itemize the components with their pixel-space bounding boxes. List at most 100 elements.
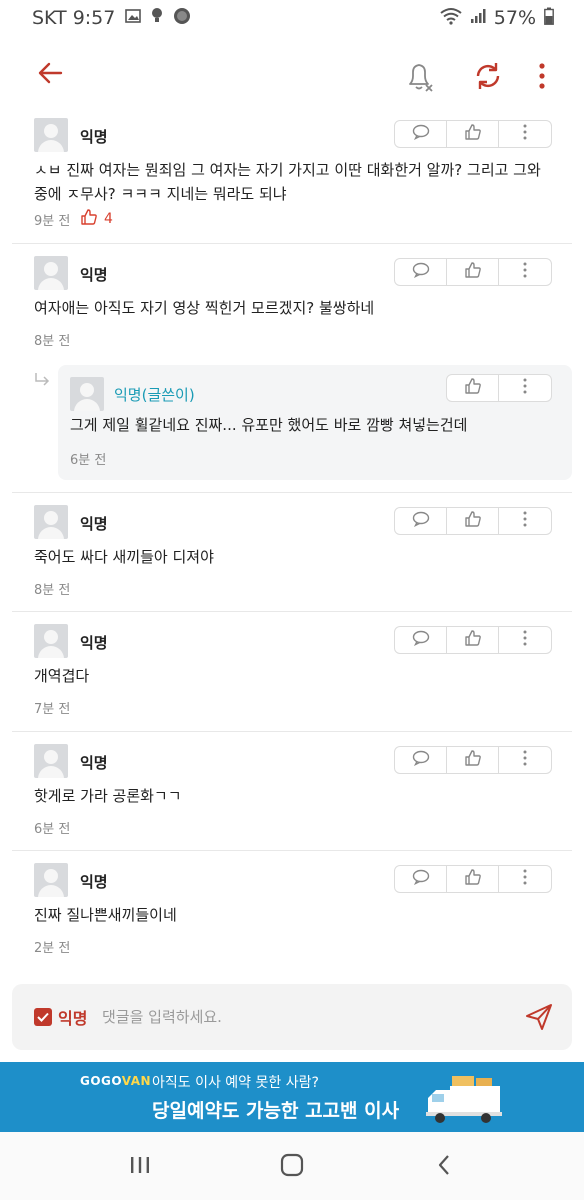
- reply-author: 익명(글쓴이): [114, 386, 195, 404]
- send-button[interactable]: [524, 1002, 554, 1032]
- avatar: [34, 863, 68, 897]
- notification-toggle-button[interactable]: [400, 56, 440, 96]
- divider: [12, 243, 572, 244]
- thumbs-up-icon: [464, 377, 482, 399]
- comment-input-bar: 익명 댓글을 입력하세요.: [12, 984, 572, 1050]
- avatar: [34, 744, 68, 778]
- comment-actions: [394, 258, 552, 286]
- lightbulb-icon: [151, 7, 163, 30]
- like-button[interactable]: [447, 375, 499, 401]
- refresh-icon: [468, 63, 508, 100]
- like-button[interactable]: [447, 508, 499, 534]
- comment-actions: [394, 746, 552, 774]
- back-button[interactable]: [30, 58, 70, 92]
- speech-bubble-icon: [412, 511, 430, 531]
- comment-text: 여자애는 아직도 자기 영상 찍힌거 모르겠지? 불쌍하네: [34, 299, 375, 317]
- avatar: [70, 377, 104, 411]
- like-button[interactable]: [447, 627, 499, 653]
- comment-more-button[interactable]: [499, 866, 551, 892]
- comment-author: 익명: [80, 515, 108, 533]
- reply-button[interactable]: [395, 627, 447, 653]
- like-button[interactable]: [447, 259, 499, 285]
- comment-time: 2분 전: [34, 941, 71, 956]
- reply-button[interactable]: [395, 121, 447, 147]
- thumbs-up-icon: [464, 510, 482, 532]
- reply-more-button[interactable]: [499, 375, 551, 401]
- more-vertical-icon: [530, 63, 554, 100]
- anonymous-label[interactable]: 익명: [58, 1005, 87, 1029]
- comment-author: 익명: [80, 128, 108, 146]
- like-count-value: 4: [104, 211, 113, 227]
- back-nav-button[interactable]: [424, 1152, 464, 1182]
- comment-text: 핫게로 가라 공론화ㄱㄱ: [34, 787, 182, 805]
- comment-actions: [394, 865, 552, 893]
- divider: [12, 731, 572, 732]
- circle-notification-icon: [173, 7, 191, 30]
- comment-more-button[interactable]: [499, 747, 551, 773]
- comment-author: 익명: [80, 266, 108, 284]
- battery-percent: 57%: [493, 7, 536, 29]
- comment-actions: [394, 120, 552, 148]
- comment-author: 익명: [80, 754, 108, 772]
- comment-more-button[interactable]: [499, 121, 551, 147]
- send-icon: [524, 1004, 554, 1036]
- speech-bubble-icon: [412, 124, 430, 144]
- comment-text: 죽어도 싸다 새끼들아 디져야: [34, 548, 214, 566]
- ad-brand-logo: GOGOVAN: [80, 1074, 152, 1088]
- comment-item: 익명 진짜 질나쁜새끼들이네 2분 전: [0, 853, 584, 963]
- ad-banner[interactable]: GOGOVAN 아직도 이사 예약 못한 사람? 당일예약도 가능한 고고밴 이…: [0, 1062, 584, 1132]
- system-navigation-bar: [0, 1132, 584, 1200]
- status-bar: SKT 9:57 57%: [0, 0, 584, 36]
- avatar: [34, 118, 68, 152]
- refresh-button[interactable]: [468, 56, 508, 96]
- comment-text: ㅅㅂ 진짜 여자는 뭔죄임 그 여자는 자기 가지고 이딴 대화한거 알까? 그…: [34, 161, 541, 203]
- more-options-button[interactable]: [530, 56, 554, 96]
- speech-bubble-icon: [412, 630, 430, 650]
- like-count[interactable]: 4: [80, 208, 113, 230]
- comment-input[interactable]: 댓글을 입력하세요.: [102, 1006, 222, 1027]
- divider: [12, 492, 572, 493]
- reply-button[interactable]: [395, 508, 447, 534]
- anonymous-checkbox[interactable]: [34, 1008, 52, 1026]
- reply-button[interactable]: [395, 259, 447, 285]
- like-button[interactable]: [447, 747, 499, 773]
- thumbs-up-icon: [464, 123, 482, 145]
- arrow-left-icon: [37, 62, 63, 88]
- comment-item: 익명 여자애는 아직도 자기 영상 찍힌거 모르겠지? 불쌍하네 8분 전: [0, 246, 584, 356]
- comment-item: 익명 ㅅㅂ 진짜 여자는 뭔죄임 그 여자는 자기 가지고 이딴 대화한거 알까…: [0, 112, 584, 240]
- avatar: [34, 256, 68, 290]
- more-vertical-icon: [522, 629, 528, 651]
- thumbs-up-icon: [464, 749, 482, 771]
- home-button[interactable]: [272, 1152, 312, 1182]
- comment-item: 익명 핫게로 가라 공론화ㄱㄱ 6분 전: [0, 734, 584, 844]
- thumbs-up-icon: [464, 261, 482, 283]
- comment-actions: [394, 626, 552, 654]
- more-vertical-icon: [522, 868, 528, 890]
- ad-subheadline: 당일예약도 가능한 고고밴 이사: [152, 1100, 400, 1122]
- reply-item: 익명(글쓴이) 그게 제일 휠같네요 진짜... 유포만 했어도 바로 깜빵 쳐…: [58, 365, 572, 480]
- avatar: [34, 624, 68, 658]
- reply-button[interactable]: [395, 866, 447, 892]
- like-button[interactable]: [447, 866, 499, 892]
- reply-text: 그게 제일 휠같네요 진짜... 유포만 했어도 바로 깜빵 쳐넣는건데: [70, 416, 468, 434]
- signal-icon: [470, 7, 486, 29]
- comment-time: 6분 전: [34, 822, 71, 837]
- home-icon: [280, 1153, 304, 1181]
- reply-time: 6분 전: [70, 453, 107, 468]
- comment-time: 9분 전: [34, 214, 71, 229]
- more-vertical-icon: [522, 510, 528, 532]
- comment-more-button[interactable]: [499, 259, 551, 285]
- like-button[interactable]: [447, 121, 499, 147]
- comment-more-button[interactable]: [499, 627, 551, 653]
- more-vertical-icon: [522, 261, 528, 283]
- carrier-time: SKT 9:57: [32, 7, 116, 29]
- thumbs-up-icon: [80, 208, 98, 230]
- bell-off-icon: [400, 64, 440, 100]
- reply-button[interactable]: [395, 747, 447, 773]
- app-bar: [0, 36, 584, 112]
- comment-time: 7분 전: [34, 702, 71, 717]
- recent-apps-button[interactable]: [120, 1152, 160, 1182]
- comment-time: 8분 전: [34, 334, 71, 349]
- reply-arrow-icon: [34, 372, 50, 392]
- comment-more-button[interactable]: [499, 508, 551, 534]
